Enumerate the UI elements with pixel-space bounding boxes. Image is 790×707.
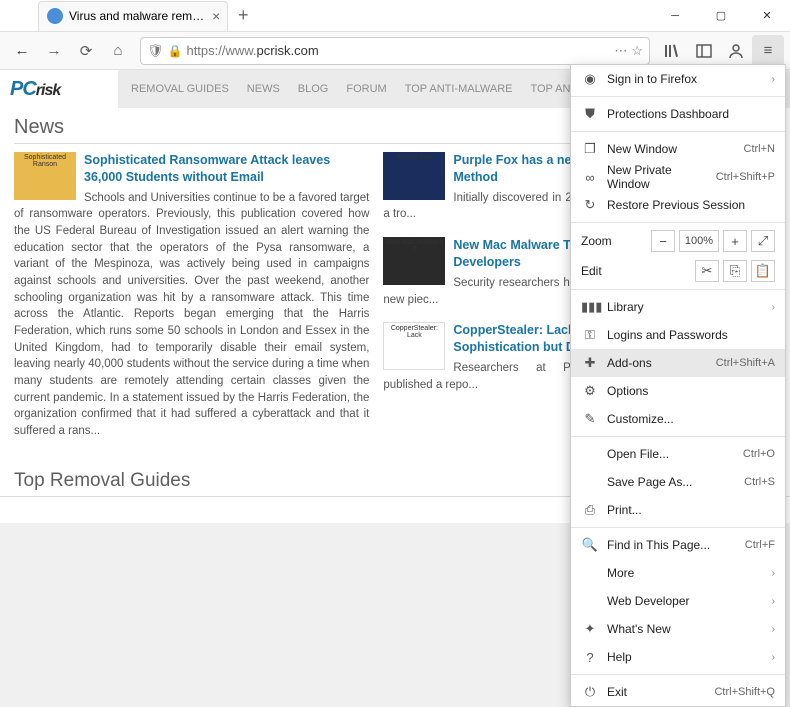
sidebar-button[interactable] — [688, 35, 720, 67]
menu-logins[interactable]: ⚿ Logins and Passwords — [571, 321, 785, 349]
section-news-title: News — [14, 116, 658, 144]
zoom-level[interactable]: 100% — [679, 230, 719, 252]
article-3-thumb: New Mac Malware T — [383, 237, 445, 285]
nav-forum[interactable]: FORUM — [337, 83, 395, 95]
chevron-right-icon: › — [772, 74, 775, 85]
window-controls: ─ ▢ ✕ — [652, 0, 790, 32]
fullscreen-button[interactable]: ⤢ — [751, 230, 775, 252]
forward-button[interactable]: → — [38, 35, 70, 67]
reload-button[interactable]: ⟳ — [70, 35, 102, 67]
maximize-button[interactable]: ▢ — [698, 0, 744, 32]
library-icon: ▮▮▮ — [581, 299, 599, 315]
app-menu-button[interactable]: ≡ — [752, 35, 784, 67]
paste-button[interactable]: 📋 — [751, 260, 775, 282]
key-icon: ⚿ — [581, 327, 599, 343]
url-more-icon[interactable]: ⋯ — [614, 43, 627, 59]
titlebar: Virus and malware removal ins × + ─ ▢ ✕ — [0, 0, 790, 32]
menu-protections[interactable]: ⛊ Protections Dashboard — [571, 100, 785, 128]
puzzle-icon: ✚ — [581, 355, 599, 371]
article-1: Sophisticated Ranson Sophisticated Ranso… — [14, 152, 369, 440]
menu-signin[interactable]: ◉ Sign in to Firefox › — [571, 65, 785, 93]
restore-icon: ↻ — [581, 197, 599, 213]
menu-print[interactable]: ⎙ Print... — [571, 496, 785, 524]
back-button[interactable]: ← — [6, 35, 38, 67]
logo-risk: risk — [36, 82, 60, 99]
account-icon: ◉ — [581, 71, 599, 87]
shield-icon: 🛡 — [147, 43, 164, 59]
close-button[interactable]: ✕ — [744, 0, 790, 32]
menu-open-file[interactable]: Open File... Ctrl+O — [571, 440, 785, 468]
lock-icon: 🔒 — [168, 44, 183, 58]
menu-new-window[interactable]: ❐ New Window Ctrl+N — [571, 135, 785, 163]
menu-whats-new[interactable]: ✦ What's New › — [571, 615, 785, 643]
menu-edit-row: Edit ✂ ⎘ 📋 — [571, 256, 785, 286]
library-button[interactable] — [656, 35, 688, 67]
tab-title: Virus and malware removal ins — [69, 9, 206, 23]
copy-button[interactable]: ⎘ — [723, 260, 747, 282]
app-menu-panel: ◉ Sign in to Firefox › ⛊ Protections Das… — [570, 64, 786, 707]
search-icon: 🔍 — [581, 537, 599, 553]
gear-icon: ⚙ — [581, 383, 599, 399]
home-button[interactable]: ⌂ — [102, 35, 134, 67]
cut-button[interactable]: ✂ — [695, 260, 719, 282]
tab-close-icon[interactable]: × — [212, 8, 219, 24]
article-1-thumb: Sophisticated Ranson — [14, 152, 76, 200]
minimize-button[interactable]: ─ — [652, 0, 698, 32]
zoom-out-button[interactable]: − — [651, 230, 675, 252]
bookmark-star-icon[interactable]: ☆ — [631, 43, 643, 59]
menu-exit[interactable]: ⏻ Exit Ctrl+Shift+Q — [571, 678, 785, 706]
menu-new-private[interactable]: ∞ New Private Window Ctrl+Shift+P — [571, 163, 785, 191]
url-domain: pcrisk.com — [257, 43, 319, 58]
nav-anti-malware[interactable]: TOP ANTI-MALWARE — [396, 83, 522, 95]
chevron-right-icon: › — [772, 302, 775, 313]
browser-tab[interactable]: Virus and malware removal ins × — [38, 1, 228, 31]
menu-find[interactable]: 🔍 Find in This Page... Ctrl+F — [571, 531, 785, 559]
url-prefix: https://www. — [186, 43, 256, 58]
article-4-thumb: CopperStealer: Lack — [383, 322, 445, 370]
account-button[interactable] — [720, 35, 752, 67]
help-icon: ? — [581, 650, 599, 665]
mask-icon: ∞ — [581, 170, 599, 185]
site-logo[interactable]: PCrisk — [0, 70, 118, 108]
article-2-thumb: Purple Fox — [383, 152, 445, 200]
nav-news[interactable]: NEWS — [238, 83, 289, 95]
nav-blog[interactable]: BLOG — [289, 83, 338, 95]
url-bar[interactable]: 🛡 🔒 https://www.pcrisk.com ⋯ ☆ — [140, 37, 650, 65]
brush-icon: ✎ — [581, 411, 599, 427]
dashboard-icon: ⛊ — [581, 106, 599, 122]
menu-restore[interactable]: ↻ Restore Previous Session — [571, 191, 785, 219]
nav-removal-guides[interactable]: REMOVAL GUIDES — [122, 83, 238, 95]
menu-help[interactable]: ? Help › — [571, 643, 785, 671]
menu-library[interactable]: ▮▮▮ Library › — [571, 293, 785, 321]
logo-pc: PC — [10, 78, 36, 100]
favicon-icon — [47, 8, 63, 24]
gift-icon: ✦ — [581, 621, 599, 637]
chevron-right-icon: › — [772, 624, 775, 635]
menu-webdev[interactable]: Web Developer › — [571, 587, 785, 615]
exit-icon: ⏻ — [581, 684, 599, 700]
menu-more[interactable]: More › — [571, 559, 785, 587]
menu-addons[interactable]: ✚ Add-ons Ctrl+Shift+A — [571, 349, 785, 377]
menu-zoom-row: Zoom − 100% + ⤢ — [571, 226, 785, 256]
print-icon: ⎙ — [581, 502, 599, 518]
window-icon: ❐ — [581, 141, 599, 157]
chevron-right-icon: › — [772, 596, 775, 607]
menu-options[interactable]: ⚙ Options — [571, 377, 785, 405]
menu-customize[interactable]: ✎ Customize... — [571, 405, 785, 433]
article-1-body: Schools and Universities continue to be … — [14, 190, 369, 440]
chevron-right-icon: › — [772, 568, 775, 579]
menu-save-as[interactable]: Save Page As... Ctrl+S — [571, 468, 785, 496]
new-tab-button[interactable]: + — [238, 5, 249, 26]
zoom-in-button[interactable]: + — [723, 230, 747, 252]
chevron-right-icon: › — [772, 652, 775, 663]
